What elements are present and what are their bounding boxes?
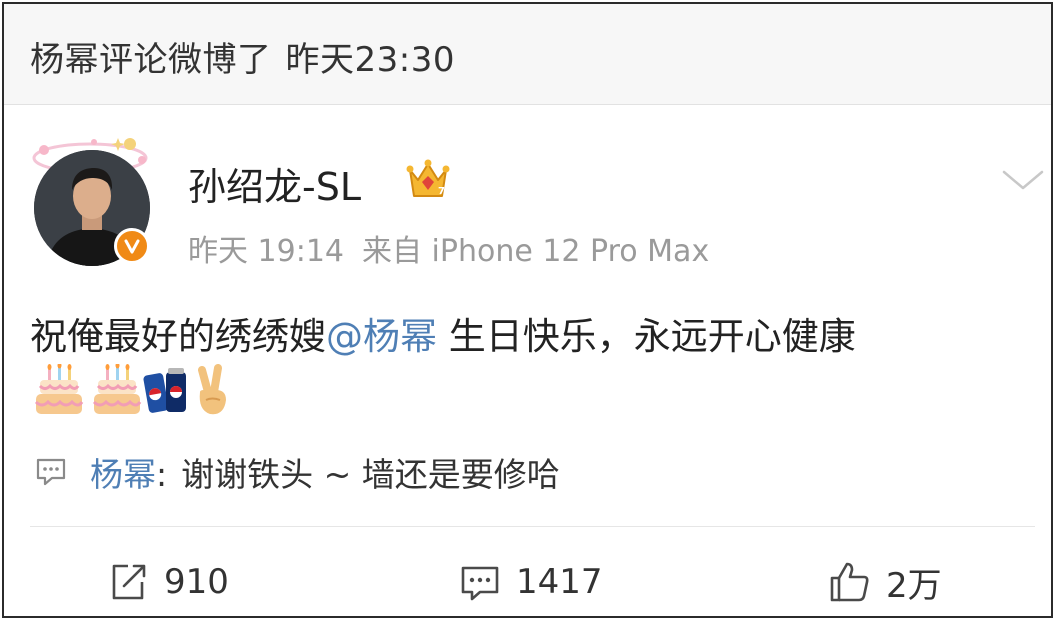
author-name[interactable]: 孙绍龙-SL [188,156,361,211]
comment-author[interactable]: 杨幂 [90,455,156,494]
post-source: 来自 iPhone 12 Pro Max [362,234,710,269]
header-title: 杨幂评论微博了 [30,40,272,80]
cake-emoji [34,364,84,414]
svg-text:7: 7 [438,186,445,197]
chevron-down-icon[interactable] [1000,166,1046,194]
like-count: 2万 [886,565,942,606]
pepsi-cans-emoji [143,368,186,413]
comment-button[interactable]: 1417 [458,560,603,604]
comment-bubble-icon [36,458,66,486]
comment-text: 谢谢铁头 ~ 墙还是要修哈 [181,455,560,494]
thumbs-up-icon [830,562,869,602]
featured-comment[interactable]: 杨幂: 谢谢铁头 ~ 墙还是要修哈 [90,448,560,496]
repost-icon [112,564,146,600]
mention-link[interactable]: @杨幂 [326,315,437,358]
cake-emoji [92,364,142,414]
verified-badge-icon [114,228,150,264]
weibo-card: 杨幂评论微博了 昨天23:30 孙绍龙-SL 7 昨天 19:14 来自 iPh… [2,2,1053,618]
repost-count: 910 [164,562,229,602]
comment-count: 1417 [516,562,603,602]
header-time: 昨天23:30 [285,40,455,80]
header-text: 杨幂评论微博了 昨天23:30 [30,32,455,81]
victory-hand-emoji [198,364,226,415]
action-divider [30,526,1035,527]
crown-badge-icon[interactable]: 7 [404,156,452,202]
post-text-start: 祝俺最好的绣绣嫂 [30,315,326,358]
post-text-end: 生日快乐，永远开心健康 [437,315,856,358]
comment-icon [461,566,499,601]
post-content: 祝俺最好的绣绣嫂@杨幂 生日快乐，永远开心健康 [30,306,856,360]
post-time: 昨天 19:14 [188,234,344,269]
like-button[interactable]: 2万 [828,560,942,606]
avatar[interactable] [28,132,156,272]
post-meta: 昨天 19:14 来自 iPhone 12 Pro Max [188,226,709,270]
repost-button[interactable]: 910 [106,560,229,604]
comment-separator: : [156,455,168,494]
notification-header[interactable]: 杨幂评论微博了 昨天23:30 [4,4,1051,105]
